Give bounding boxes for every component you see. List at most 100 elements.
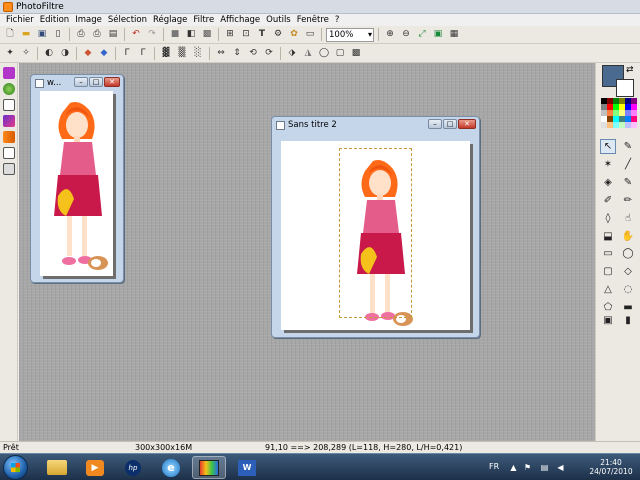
gamma-correction-minus-icon[interactable]: Γ <box>120 46 134 60</box>
close-file-icon[interactable]: ▯ <box>51 28 65 42</box>
explorer-icon[interactable] <box>3 67 15 79</box>
rectangle-selection-icon[interactable]: ▭ <box>600 246 616 261</box>
gradient-icon[interactable] <box>3 115 15 127</box>
fill-tool-icon[interactable]: ◈ <box>600 175 616 190</box>
zoom-out-icon[interactable]: ⊖ <box>399 28 413 42</box>
new-file-icon[interactable]: 🗋 <box>3 28 17 42</box>
effects-icon[interactable]: ✿ <box>287 28 301 42</box>
frame-icon[interactable]: ▢ <box>333 46 347 60</box>
gamma-icon[interactable]: ◆ <box>97 46 111 60</box>
maximize-button[interactable]: □ <box>89 77 103 87</box>
flip-horizontal-icon[interactable]: ⇔ <box>214 46 228 60</box>
open-folder-icon[interactable]: ▬ <box>19 28 33 42</box>
zoom-in-icon[interactable]: ⊕ <box>383 28 397 42</box>
background-color-swatch[interactable] <box>616 79 634 97</box>
grayscale-icon[interactable]: ■ <box>168 28 182 42</box>
color-swatch-icon[interactable] <box>3 131 15 143</box>
brush-tool-icon[interactable]: ✐ <box>600 193 616 208</box>
layers-icon[interactable] <box>3 147 15 159</box>
menu-filtre[interactable]: Filtre <box>190 14 217 26</box>
ellipse-selection-icon[interactable]: ◯ <box>620 246 636 261</box>
zoom-select[interactable]: 100% <box>326 27 374 42</box>
taskbar-internet-explorer-icon[interactable]: e <box>154 456 188 479</box>
flip-vertical-icon[interactable]: ⇕ <box>230 46 244 60</box>
selection-marquee[interactable] <box>339 148 412 318</box>
document-window-2[interactable]: Sans titre 2 – □ ✕ <box>271 116 480 338</box>
tray-flag-icon[interactable]: ⚑ <box>523 463 532 472</box>
scanner-icon[interactable]: ▤ <box>106 28 120 42</box>
taskbar-explorer-icon[interactable] <box>40 456 74 479</box>
pointer-tool-icon[interactable]: ↖ <box>600 139 616 154</box>
filter-icon[interactable]: ▭ <box>303 28 317 42</box>
menu-edition[interactable]: Edition <box>37 14 72 26</box>
texture-icon[interactable]: ▩ <box>349 46 363 60</box>
hide-selection-icon[interactable]: ▮ <box>620 313 636 328</box>
diamond-selection-icon[interactable]: ◇ <box>620 264 636 279</box>
menu-affichage[interactable]: Affichage <box>217 14 263 26</box>
start-button[interactable] <box>3 455 28 480</box>
taskbar-word-icon[interactable]: W <box>230 456 264 479</box>
redo-icon[interactable]: ↷ <box>145 28 159 42</box>
auto-contrast-icon[interactable]: ✧ <box>19 46 33 60</box>
menu-selection[interactable]: Sélection <box>105 14 150 26</box>
lasso-selection-icon[interactable]: ◌ <box>620 282 636 297</box>
spray-tool-icon[interactable]: ✎ <box>620 175 636 190</box>
document-titlebar[interactable]: w... – □ ✕ <box>31 75 123 91</box>
eyedropper-tool-icon[interactable]: ✎ <box>620 139 636 154</box>
emboss-icon[interactable]: ░ <box>191 46 205 60</box>
magic-wand-tool-icon[interactable]: ✶ <box>600 157 616 172</box>
text-tool-icon[interactable]: T <box>255 28 269 42</box>
gamma-correction-plus-icon[interactable]: Γ <box>136 46 150 60</box>
mask-icon[interactable]: ◯ <box>317 46 331 60</box>
auto-level-icon[interactable]: ✦ <box>3 46 17 60</box>
document-window-1[interactable]: w... – □ ✕ <box>30 74 124 283</box>
tray-network-icon[interactable]: ▤ <box>540 463 549 472</box>
taskbar-photofiltre-icon[interactable] <box>192 456 226 479</box>
swap-colors-icon[interactable]: ⇄ <box>626 65 634 75</box>
print-preview-icon[interactable]: ⎙ <box>74 28 88 42</box>
image-canvas[interactable] <box>40 91 113 276</box>
blur-drop-tool-icon[interactable]: ◊ <box>600 211 616 226</box>
taskbar-hp-icon[interactable]: hp <box>116 456 150 479</box>
line-tool-icon[interactable]: ╱ <box>620 157 636 172</box>
color-palette[interactable] <box>601 98 637 128</box>
smudge-tool-icon[interactable]: ☝ <box>620 211 636 226</box>
taskbar-media-player-icon[interactable]: ▶ <box>78 456 112 479</box>
sharpen-icon[interactable]: ▒ <box>175 46 189 60</box>
brightness-icon[interactable]: ◐ <box>42 46 56 60</box>
triangle-selection-icon[interactable]: △ <box>600 282 616 297</box>
system-clock[interactable]: 21:40 24/07/2010 <box>586 458 636 476</box>
menu-outils[interactable]: Outils <box>263 14 294 26</box>
saturation-icon[interactable]: ◆ <box>81 46 95 60</box>
menu-help[interactable]: ? <box>332 14 343 26</box>
maximize-button[interactable]: □ <box>443 119 457 129</box>
minimize-button[interactable]: – <box>428 119 442 129</box>
rounded-rect-selection-icon[interactable]: ▢ <box>600 264 616 279</box>
close-button[interactable]: ✕ <box>458 119 476 129</box>
fit-window-icon[interactable]: ⤢ <box>415 28 429 42</box>
print-icon[interactable]: ⎙ <box>90 28 104 42</box>
menu-reglage[interactable]: Réglage <box>150 14 190 26</box>
actual-size-icon[interactable]: ▣ <box>431 28 445 42</box>
show-selection-icon[interactable]: ▣ <box>600 313 616 328</box>
tray-arrow-icon[interactable]: ▲ <box>509 463 518 472</box>
globe-icon[interactable] <box>3 83 15 95</box>
canvas-size-icon[interactable]: ⊡ <box>239 28 253 42</box>
menu-fenetre[interactable]: Fenêtre <box>294 14 332 26</box>
document-icon[interactable] <box>3 99 15 111</box>
rotate-right-icon[interactable]: ⟳ <box>262 46 276 60</box>
save-icon[interactable]: ▣ <box>35 28 49 42</box>
contrast-icon[interactable]: ◑ <box>58 46 72 60</box>
negative-icon[interactable]: ◧ <box>184 28 198 42</box>
close-button[interactable]: ✕ <box>104 77 120 87</box>
tray-volume-icon[interactable]: ◀ <box>556 463 565 472</box>
hand-tool-icon[interactable]: ✋ <box>620 229 636 244</box>
rotate-left-icon[interactable]: ⟲ <box>246 46 260 60</box>
stamp-tool-icon[interactable]: ⬓ <box>600 229 616 244</box>
stamp-icon[interactable]: ⬗ <box>285 46 299 60</box>
document-titlebar[interactable]: Sans titre 2 – □ ✕ <box>272 117 479 133</box>
color-icon[interactable]: ▩ <box>200 28 214 42</box>
minimize-button[interactable]: – <box>74 77 88 87</box>
plugins-icon[interactable]: ⚙ <box>271 28 285 42</box>
pencil-tool-icon[interactable]: ✏ <box>620 193 636 208</box>
